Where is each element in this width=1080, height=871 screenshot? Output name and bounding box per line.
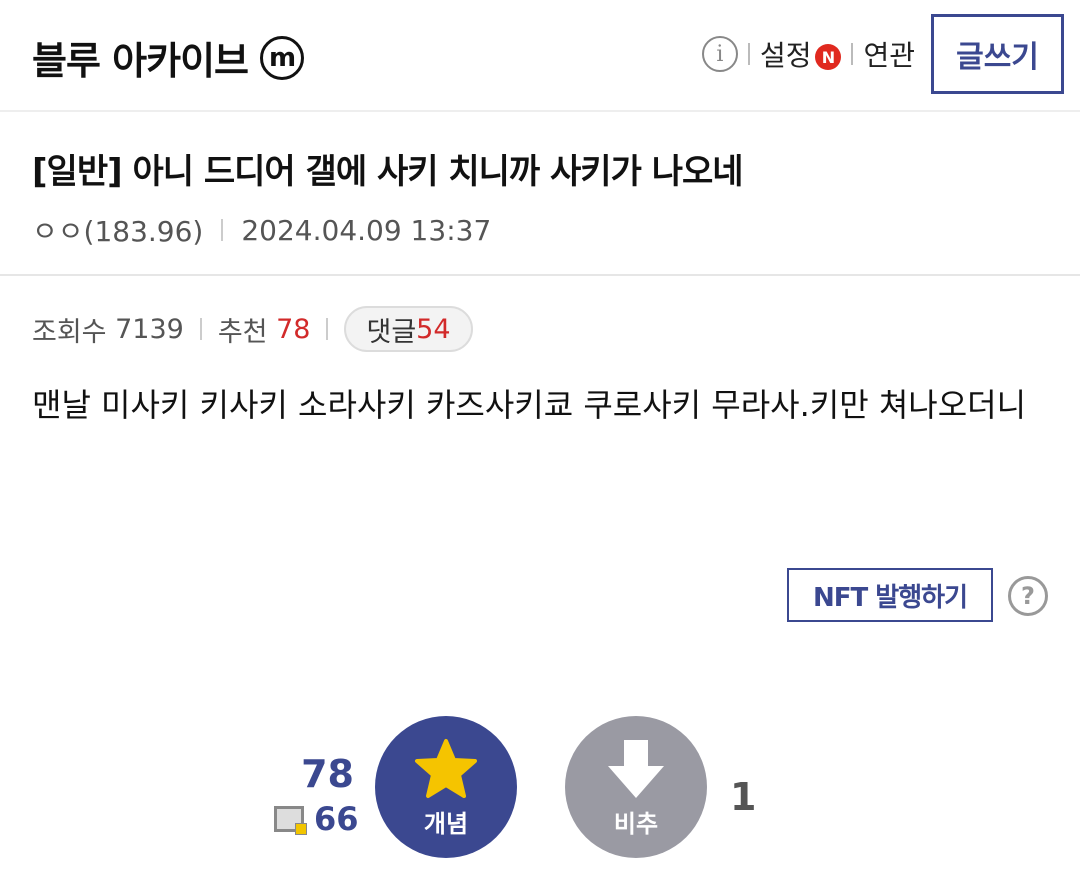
comments-count: 54 — [416, 313, 451, 345]
recommend-count: 78 — [276, 313, 311, 345]
post-title: [일반] 아니 드디어 갤에 사키 치니까 사키가 나오네 — [32, 152, 744, 192]
downvote-label: 비추 — [613, 810, 659, 838]
help-icon[interactable]: ? — [1008, 576, 1048, 616]
divider — [747, 43, 750, 65]
post-datetime: 2024.04.09 13:37 — [241, 213, 492, 247]
divider — [199, 318, 202, 340]
post-meta: ㅇㅇ(183.96) 2024.04.09 13:37 — [32, 210, 491, 250]
gallery-name[interactable]: 블루 아카이브 — [32, 30, 249, 85]
new-badge-icon: N — [815, 44, 842, 70]
arrow-down-icon — [608, 740, 664, 798]
fixed-user-icon — [274, 806, 307, 835]
comments-label: 댓글 — [366, 316, 417, 348]
post-stats: 조회수 7139 추천 78 댓글 54 — [32, 306, 473, 352]
views-label: 조회수 — [32, 316, 107, 348]
comment-count-button[interactable]: 댓글 54 — [344, 306, 473, 352]
fixed-user-count: 66 — [314, 800, 359, 838]
divider — [326, 318, 329, 340]
divider — [221, 219, 224, 241]
upvote-count: 78 — [301, 752, 354, 796]
header-actions: i 설정 N 연관 글쓰기 — [701, 14, 1064, 94]
settings-label: 설정 — [759, 39, 812, 72]
views-count: 7139 — [115, 313, 184, 345]
minor-gallery-icon: m — [260, 35, 304, 80]
downvote-button[interactable]: 비추 — [565, 716, 707, 858]
related-link[interactable]: 연관 — [863, 34, 915, 74]
recommend-label: 추천 — [217, 316, 268, 348]
upvote-label: 개념 — [423, 810, 469, 838]
post-body: 맨날 미사키 키사키 소라사키 카즈사키쿄 쿠로사키 무라사.키만 쳐나오더니 — [32, 386, 1027, 424]
post-header: [일반] 아니 드디어 갤에 사키 치니까 사키가 나오네 ㅇㅇ(183.96)… — [0, 112, 1080, 276]
gallery-title[interactable]: 블루 아카이브 m — [32, 30, 304, 85]
write-button[interactable]: 글쓰기 — [931, 14, 1064, 94]
star-icon — [415, 739, 477, 798]
top-header: 블루 아카이브 m i 설정 N 연관 글쓰기 — [0, 0, 1080, 112]
info-icon[interactable]: i — [701, 36, 738, 72]
fixed-user-upvote: 66 — [274, 800, 359, 838]
author-name[interactable]: ㅇㅇ(183.96) — [32, 210, 203, 250]
divider — [851, 43, 854, 65]
settings-link[interactable]: 설정 N — [760, 34, 842, 74]
downvote-count: 1 — [730, 775, 757, 819]
upvote-button[interactable]: 개념 — [375, 716, 517, 858]
nft-mint-button[interactable]: NFT 발행하기 — [787, 568, 993, 622]
